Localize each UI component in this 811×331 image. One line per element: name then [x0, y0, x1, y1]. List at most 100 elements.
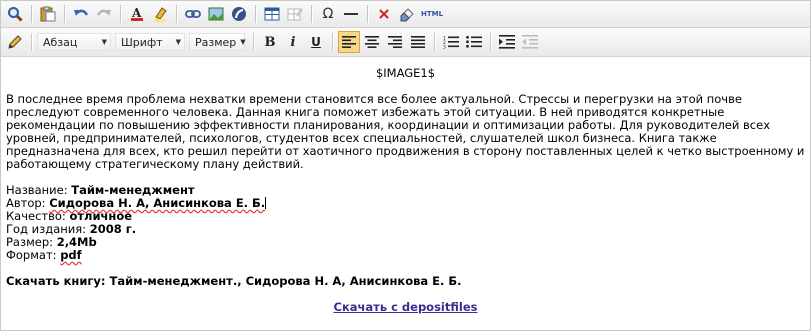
text-color-icon: A [131, 6, 143, 21]
html-icon: HTML [420, 10, 444, 18]
toolbar-row-2: Абзац ▼ Шрифт ▼ Размер ▼ B i U 1 2 3 [1, 28, 810, 57]
size-line: Размер: 2,4Mb [6, 236, 805, 249]
horizontal-line-button[interactable] [340, 3, 362, 25]
rich-text-editor: A Ω HTML Абзац ▼ Шрифт ▼ Размер ▼ B i U … [0, 0, 811, 331]
omega-icon: Ω [322, 6, 334, 22]
author-label: Автор: [6, 196, 50, 210]
paste-button[interactable] [37, 3, 59, 25]
bulleted-list-icon [466, 35, 482, 48]
bold-icon: B [264, 34, 276, 50]
toolbar-separator [31, 33, 33, 51]
bulleted-list-button[interactable] [463, 31, 485, 53]
toolbar-separator [332, 33, 334, 51]
undo-button[interactable] [70, 3, 92, 25]
align-left-button[interactable] [338, 31, 360, 53]
author-value: Сидорова Н. А, Анисинкова Е. Б. [49, 196, 266, 210]
paragraph-dropdown-label: Абзац [43, 35, 78, 49]
highlighter-icon [154, 7, 167, 22]
format-brush-button[interactable] [4, 31, 26, 53]
svg-text:3: 3 [443, 45, 446, 50]
indent-button[interactable] [496, 31, 518, 53]
table-edit-icon [287, 8, 303, 21]
toolbar-separator [120, 5, 122, 23]
text-cursor [265, 197, 267, 209]
align-justify-icon [411, 36, 425, 48]
underline-button[interactable]: U [305, 31, 327, 53]
flash-icon [232, 7, 246, 21]
redo-icon [96, 9, 111, 16]
year-label: Год издания: [6, 222, 90, 236]
red-cross-icon [379, 9, 389, 19]
quality-label: Качество: [6, 209, 70, 223]
toolbar-separator [490, 33, 492, 51]
special-char-button[interactable]: Ω [317, 3, 339, 25]
chevron-down-icon: ▼ [240, 38, 246, 46]
year-value: 2008 г. [89, 222, 137, 236]
font-dropdown[interactable]: Шрифт ▼ [115, 33, 185, 51]
italic-icon: i [290, 34, 296, 50]
outdent-icon [522, 35, 538, 49]
numbered-list-icon: 123 [443, 36, 459, 50]
year-line: Год издания: 2008 г. [6, 223, 805, 236]
italic-button[interactable]: i [282, 31, 304, 53]
link-button[interactable] [182, 3, 204, 25]
toolbar-separator [311, 5, 313, 23]
magnifier-icon [8, 7, 23, 22]
toolbar-row-1: A Ω HTML [1, 1, 810, 28]
editor-content[interactable]: $IMAGE1$ В последнее время проблема нехв… [1, 57, 810, 314]
indent-icon [499, 35, 515, 49]
eraser-icon [400, 8, 414, 22]
table-icon [264, 7, 280, 21]
align-right-button[interactable] [384, 31, 406, 53]
image-icon [208, 7, 224, 21]
pencil-icon [8, 35, 22, 49]
format-value: pdf [60, 248, 82, 262]
remove-format-button[interactable] [373, 3, 395, 25]
redo-button[interactable] [93, 3, 115, 25]
toolbar-separator [367, 5, 369, 23]
align-justify-button[interactable] [407, 31, 429, 53]
download-link-line: Скачать с depositfiles [6, 301, 805, 314]
image-placeholder: $IMAGE1$ [375, 66, 436, 80]
quality-value: отличное [69, 209, 133, 223]
image-button[interactable] [205, 3, 227, 25]
format-line: Формат: pdf [6, 249, 805, 262]
size-label: Размер: [6, 235, 57, 249]
size-value: 2,4Mb [56, 235, 97, 249]
title-value: Тайм-менеджмент [71, 183, 195, 197]
size-dropdown[interactable]: Размер ▼ [189, 33, 246, 51]
paragraph-dropdown[interactable]: Абзац ▼ [37, 33, 111, 51]
chevron-down-icon: ▼ [101, 38, 107, 46]
download-heading: Скачать книгу: Тайм-менеджмент., Сидоров… [6, 274, 462, 288]
outdent-button[interactable] [519, 31, 541, 53]
flash-button[interactable] [228, 3, 250, 25]
highlight-button[interactable] [149, 3, 171, 25]
chevron-down-icon: ▼ [175, 38, 181, 46]
toolbar-separator [176, 5, 178, 23]
svg-text:A: A [131, 6, 142, 20]
align-right-icon [388, 36, 402, 48]
format-label: Формат: [6, 248, 61, 262]
toolbar-separator [64, 5, 66, 23]
book-description: В последнее время проблема нехватки врем… [6, 92, 805, 171]
download-link[interactable]: Скачать с depositfiles [334, 300, 478, 314]
undo-icon [74, 9, 89, 16]
chain-link-icon [185, 10, 201, 18]
clean-button[interactable] [396, 3, 418, 25]
toolbar-separator [31, 5, 33, 23]
table-button[interactable] [261, 3, 283, 25]
underline-icon: U [311, 35, 321, 49]
toolbar-separator [253, 33, 255, 51]
align-center-button[interactable] [361, 31, 383, 53]
text-color-button[interactable]: A [126, 3, 148, 25]
horizontal-rule-icon [344, 13, 358, 15]
toolbar-separator [255, 5, 257, 23]
numbered-list-button[interactable]: 123 [440, 31, 462, 53]
bold-button[interactable]: B [259, 31, 281, 53]
clipboard-icon [40, 6, 56, 22]
html-source-button[interactable]: HTML [419, 3, 445, 25]
size-dropdown-label: Размер [195, 35, 237, 49]
find-button[interactable] [4, 3, 26, 25]
edit-table-button[interactable] [284, 3, 306, 25]
font-dropdown-label: Шрифт [121, 35, 163, 49]
